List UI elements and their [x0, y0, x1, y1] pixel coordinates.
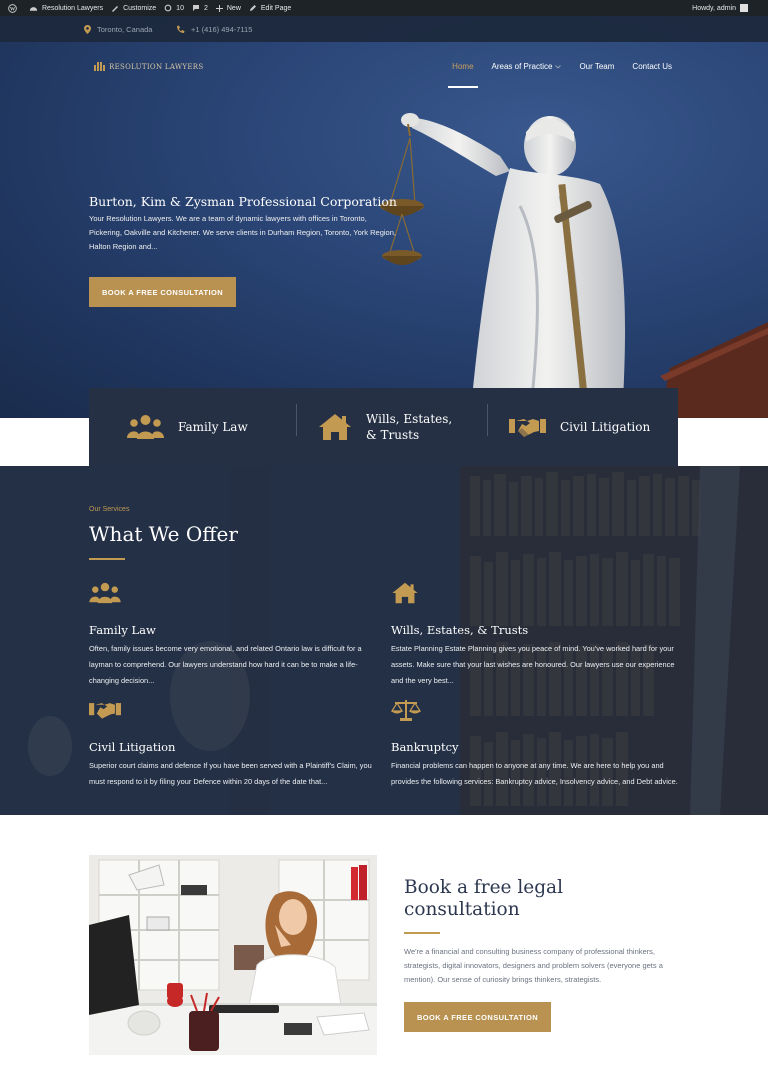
logo-text: RESOLUTION LAWYERS — [109, 62, 204, 71]
hero-title: Burton, Kim & Zysman Professional Corpor… — [89, 194, 397, 209]
consultation-text: We're a financial and consulting busines… — [404, 947, 663, 984]
refresh-icon — [164, 4, 172, 12]
wordpress-logo-button[interactable]: W — [8, 3, 21, 13]
location-text: Toronto, Canada — [97, 25, 153, 34]
svg-text:W: W — [10, 6, 16, 12]
consultation-title: Book a free legal consultation — [404, 877, 563, 920]
site-name-link[interactable]: Resolution Lawyers — [29, 4, 103, 12]
services-divider — [89, 558, 125, 560]
columns-logo-icon — [94, 62, 106, 71]
edit-page-label: Edit Page — [260, 4, 292, 12]
new-label: New — [226, 4, 241, 12]
office-woman-photo — [89, 855, 377, 1055]
strip-label-wills-estates: Wills, Estates, & Trusts — [366, 412, 453, 442]
house-icon — [392, 582, 418, 604]
services-title: What We Offer — [89, 522, 238, 546]
nav-areas-of-practice[interactable]: Areas of Practice — [492, 62, 562, 71]
family-icon — [89, 582, 121, 604]
site-logo[interactable]: RESOLUTION LAWYERS — [94, 62, 203, 71]
contact-topbar: Toronto, Canada +1 (416) 494-7115 — [0, 16, 768, 42]
nav-our-team[interactable]: Our Team — [579, 62, 614, 71]
location-item: Toronto, Canada — [84, 25, 152, 34]
strip-item-civil-litigation[interactable]: Civil Litigation — [487, 388, 678, 466]
practice-strip: Family Law Wills, Estates, & Trusts Civi… — [89, 388, 678, 466]
nav-areas-label: Areas of Practice — [491, 62, 553, 71]
brush-icon — [112, 6, 119, 12]
site-name-label: Resolution Lawyers — [42, 4, 104, 12]
service-title: Civil Litigation — [89, 740, 176, 754]
strip-item-family-law[interactable]: Family Law — [89, 388, 296, 466]
nav-contact-label: Contact Us — [632, 62, 672, 71]
comments-link[interactable]: 2 — [192, 4, 208, 12]
comment-icon — [192, 5, 199, 11]
consultation-button[interactable]: BOOK A FREE CONSULTATION — [404, 1002, 551, 1032]
hero-section: Toronto, Canada +1 (416) 494-7115 RESOLU… — [0, 16, 768, 418]
service-title: Bankruptcy — [391, 740, 459, 754]
chevron-down-icon — [555, 64, 562, 69]
map-pin-icon — [84, 25, 91, 34]
handshake-icon — [89, 703, 121, 719]
greeting-label: Howdy, admin — [692, 4, 736, 12]
phone-item[interactable]: +1 (416) 494-7115 — [176, 25, 252, 34]
service-text: Financial problems can happen to anyone … — [391, 761, 678, 786]
account-menu[interactable]: Howdy, admin — [692, 4, 748, 12]
new-content-link[interactable]: New — [215, 4, 241, 12]
strip-label-civil-litigation: Civil Litigation — [560, 420, 651, 434]
plus-icon — [215, 4, 223, 12]
edit-page-link[interactable]: Edit Page — [249, 4, 291, 12]
dashboard-icon — [29, 7, 38, 11]
house-icon — [319, 414, 351, 440]
service-text: Superior court claims and defence If you… — [89, 761, 372, 786]
avatar — [740, 4, 748, 12]
service-card-bankruptcy[interactable]: Bankruptcy Financial problems can happen… — [390, 699, 681, 790]
updates-count: 10 — [176, 4, 184, 12]
nav-team-label: Our Team — [579, 62, 615, 71]
consultation-section: Book a free legal consultation We're a f… — [0, 815, 768, 1082]
handshake-icon — [509, 419, 546, 437]
customize-label: Customize — [123, 4, 157, 12]
strip-label-family-law: Family Law — [178, 420, 248, 434]
service-text: Estate Planning Estate Planning gives yo… — [391, 644, 675, 685]
lady-justice-statue-image — [380, 113, 768, 418]
consultation-divider — [404, 932, 440, 934]
nav-contact-us[interactable]: Contact Us — [632, 62, 672, 71]
phone-text: +1 (416) 494-7115 — [191, 25, 253, 34]
service-card-civil-litigation[interactable]: Civil Litigation Superior court claims a… — [89, 699, 379, 790]
services-kicker: Our Services — [89, 506, 130, 513]
scales-icon — [390, 700, 422, 721]
updates-link[interactable]: 10 — [164, 4, 184, 12]
admin-bar: W Resolution Lawyers Customize 10 2 New … — [0, 0, 768, 16]
pencil-icon — [249, 5, 256, 11]
strip-item-wills-estates[interactable]: Wills, Estates, & Trusts — [296, 388, 487, 466]
phone-icon — [177, 25, 185, 33]
service-card-wills-estates[interactable]: Wills, Estates, & Trusts Estate Planning… — [391, 582, 681, 689]
services-section: Our Services What We Offer Family Law Of… — [0, 466, 768, 815]
hero-text: Your Resolution Lawyers. We are a team o… — [89, 214, 396, 251]
service-title: Wills, Estates, & Trusts — [391, 623, 529, 637]
family-icon — [127, 415, 164, 439]
service-text: Often, family issues become very emotion… — [89, 644, 362, 685]
comments-count: 2 — [203, 4, 208, 12]
main-nav: Home Areas of Practice Our Team Contact … — [434, 62, 672, 88]
service-card-family-law[interactable]: Family Law Often, family issues become v… — [89, 582, 379, 689]
wordpress-icon: W — [8, 3, 17, 13]
service-title: Family Law — [89, 623, 156, 637]
hero-consultation-button[interactable]: BOOK A FREE CONSULTATION — [89, 277, 236, 307]
nav-home-label: Home — [452, 62, 474, 71]
customize-link[interactable]: Customize — [111, 4, 156, 12]
nav-home[interactable]: Home — [448, 62, 478, 88]
